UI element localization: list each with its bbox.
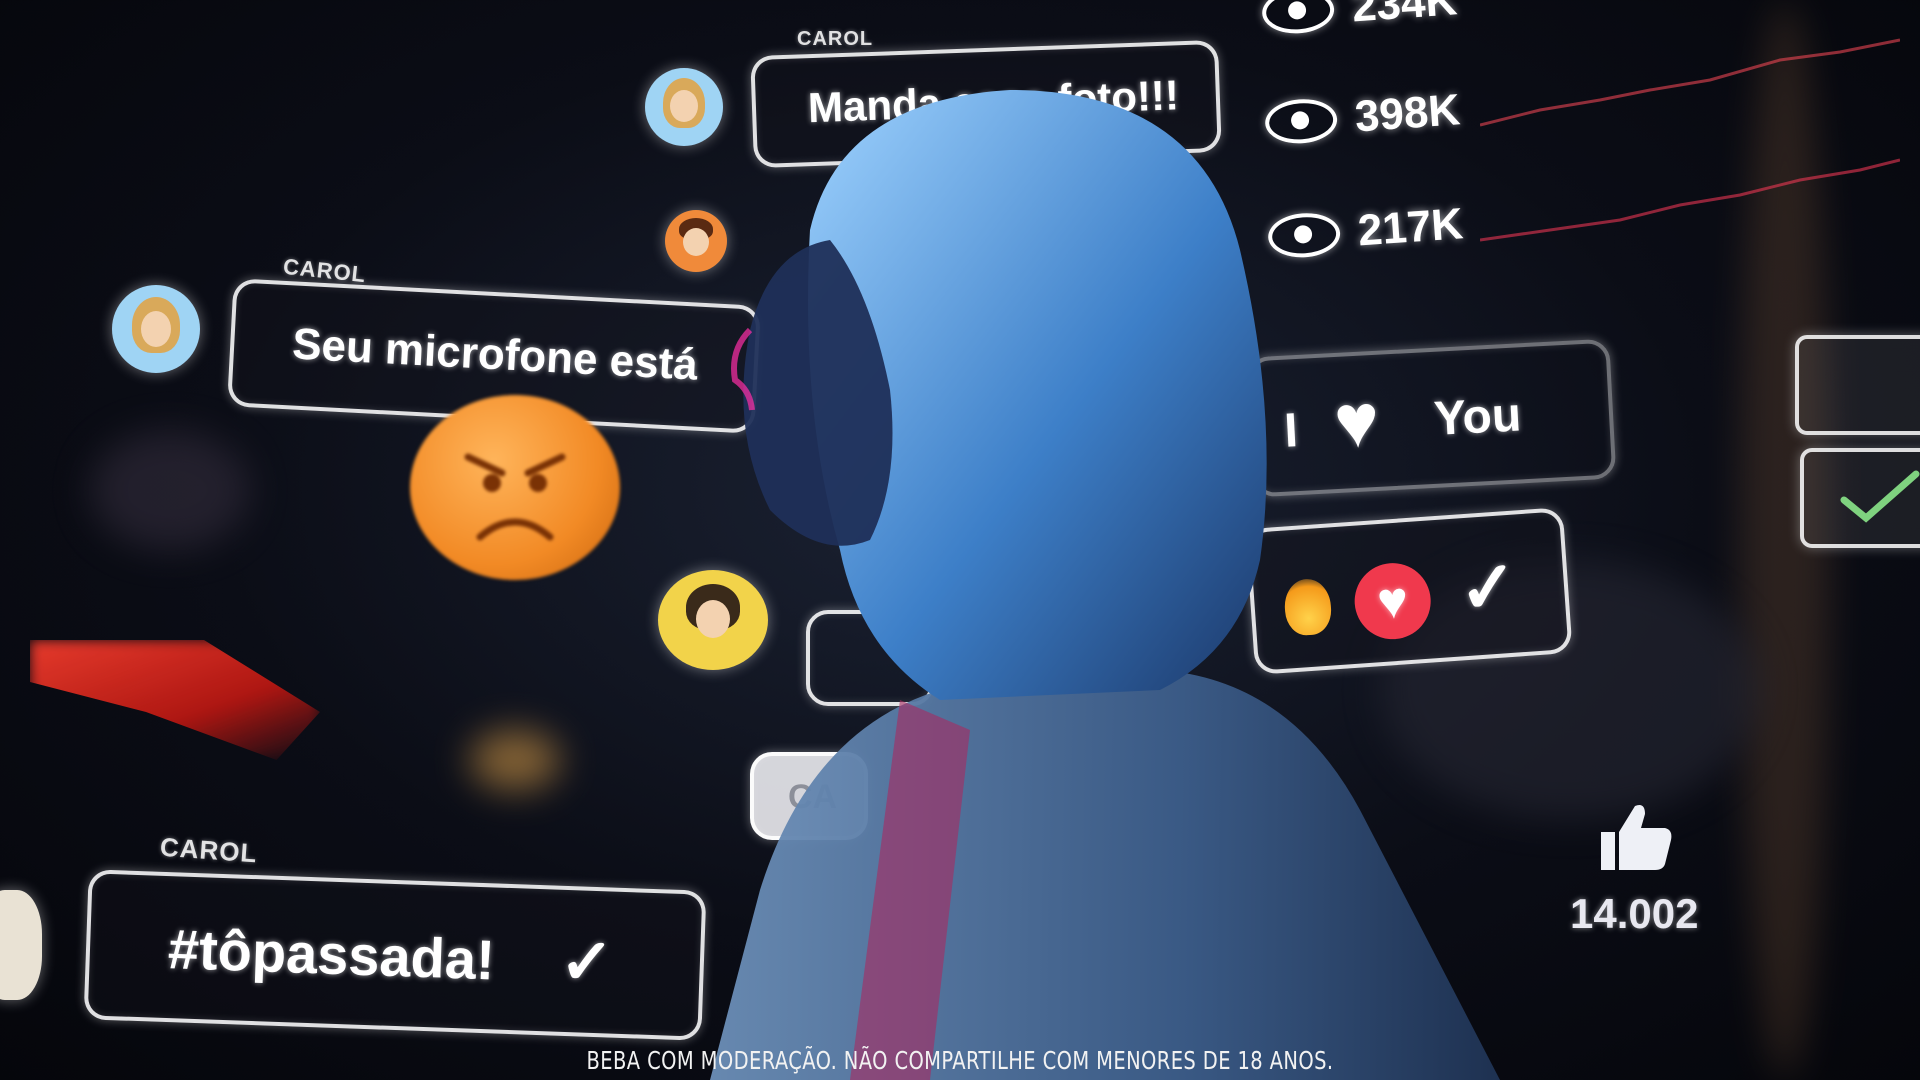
chat-message: #tôpassada! bbox=[166, 917, 496, 992]
bokeh-light bbox=[90, 430, 250, 550]
checkbox-icon bbox=[1795, 335, 1920, 435]
checkbox-icon bbox=[1800, 448, 1920, 548]
legal-disclaimer: BEBA COM MODERAÇÃO. NÃO COMPARTILHE COM … bbox=[586, 1046, 1334, 1075]
view-stat: 234K bbox=[1260, 0, 1459, 39]
person-silhouette bbox=[710, 90, 1500, 1080]
chat-message: Seu microfone está bbox=[291, 319, 699, 390]
eye-icon bbox=[1260, 0, 1336, 36]
chat-author: CAROL bbox=[797, 28, 874, 50]
chat-bubble-bottom: #tôpassada! ✓ bbox=[83, 869, 707, 1041]
avatar bbox=[0, 890, 42, 1000]
scene: CAROL Manda essa foto!!! CAROL Seu micro… bbox=[0, 0, 1920, 1080]
avatar bbox=[112, 285, 200, 373]
angry-face-icon bbox=[410, 395, 620, 580]
neon-sign bbox=[30, 640, 320, 760]
view-count: 234K bbox=[1350, 0, 1459, 32]
chat-author: CAROL bbox=[159, 831, 259, 869]
bokeh-light bbox=[470, 730, 560, 790]
check-icon: ✓ bbox=[558, 924, 615, 999]
